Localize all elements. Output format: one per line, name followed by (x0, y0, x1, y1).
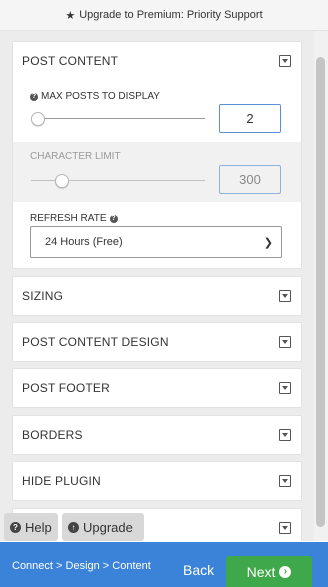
hide-plugin-panel[interactable]: HIDE PLUGIN (12, 461, 302, 501)
char-limit-slider-handle[interactable] (55, 174, 69, 188)
expand-icon[interactable] (279, 522, 291, 534)
max-posts-section: ? MAX POSTS TO DISPLAY 2 (13, 80, 301, 142)
scrollbar[interactable] (314, 31, 328, 541)
help-button[interactable]: ? Help (4, 513, 58, 541)
post-footer-title: POST FOOTER (22, 381, 110, 395)
arrow-right-circle-icon: › (279, 565, 292, 578)
expand-icon[interactable] (279, 336, 291, 348)
scrollbar-thumb[interactable] (316, 57, 325, 527)
hide-plugin-title: HIDE PLUGIN (22, 474, 101, 488)
expand-icon[interactable] (279, 290, 291, 302)
upgrade-button[interactable]: ↑ Upgrade (62, 513, 144, 541)
chevron-down-icon: ❯ (263, 236, 273, 249)
post-content-header[interactable]: POST CONTENT (13, 42, 301, 80)
post-content-design-title: POST CONTENT DESIGN (22, 335, 169, 349)
max-posts-input[interactable]: 2 (219, 104, 281, 133)
upgrade-banner[interactable]: ★ Upgrade to Premium: Priority Support (0, 0, 328, 31)
borders-title: BORDERS (22, 428, 83, 442)
post-content-panel: POST CONTENT ? MAX POSTS TO DISPLAY 2 CH… (12, 41, 302, 269)
expand-icon[interactable] (279, 429, 291, 441)
refresh-rate-label: REFRESH RATE ? (30, 213, 118, 224)
settings-scroll-area[interactable]: POST CONTENT ? MAX POSTS TO DISPLAY 2 CH… (0, 31, 314, 541)
max-posts-slider-handle[interactable] (31, 112, 45, 126)
max-posts-slider-track[interactable] (37, 118, 205, 119)
breadcrumb: Connect > Design > Content (12, 560, 151, 572)
char-limit-input[interactable]: 300 (219, 165, 281, 194)
star-icon: ★ (65, 9, 76, 22)
max-posts-label: ? MAX POSTS TO DISPLAY (30, 91, 160, 102)
next-button[interactable]: Next › (226, 556, 312, 587)
refresh-rate-select[interactable]: 24 Hours (Free) ❯ (30, 226, 282, 258)
borders-panel[interactable]: BORDERS (12, 415, 302, 455)
sizing-panel[interactable]: SIZING (12, 276, 302, 316)
question-icon: ? (30, 92, 38, 101)
arrow-up-circle-icon: ↑ (68, 521, 79, 533)
wizard-footer: Connect > Design > Content Back Next › (0, 542, 328, 587)
question-icon: ? (109, 214, 118, 223)
back-button[interactable]: Back (183, 562, 214, 578)
char-limit-section: CHARACTER LIMIT 300 (13, 142, 301, 202)
sizing-title: SIZING (22, 289, 64, 303)
expand-icon[interactable] (279, 382, 291, 394)
refresh-rate-section: REFRESH RATE ? 24 Hours (Free) ❯ (13, 202, 301, 268)
char-limit-label: CHARACTER LIMIT (30, 151, 121, 162)
post-content-title: POST CONTENT (22, 54, 119, 68)
collapse-icon[interactable] (279, 55, 291, 67)
question-circle-icon: ? (10, 521, 21, 533)
post-footer-panel[interactable]: POST FOOTER (12, 368, 302, 408)
post-content-design-panel[interactable]: POST CONTENT DESIGN (12, 322, 302, 362)
expand-icon[interactable] (279, 475, 291, 487)
upgrade-banner-text: Upgrade to Premium: Priority Support (79, 9, 263, 21)
